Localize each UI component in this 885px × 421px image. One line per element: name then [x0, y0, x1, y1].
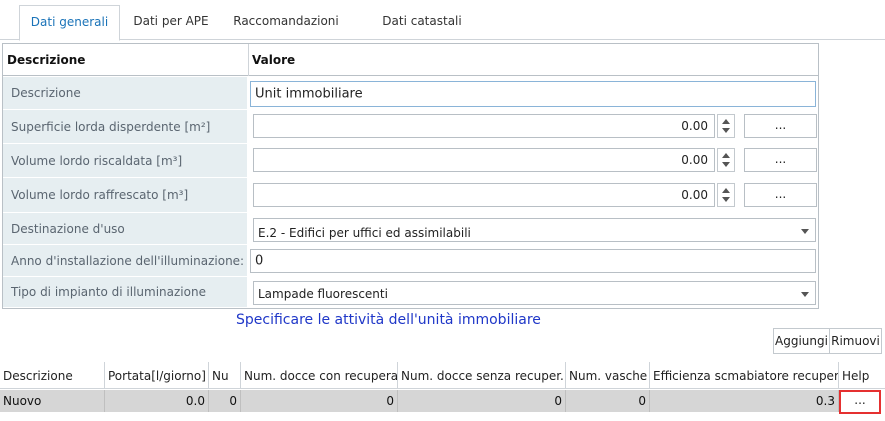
volume-riscaldata-input[interactable]: 0.00 [253, 148, 715, 172]
spin-up-icon[interactable] [722, 153, 730, 158]
volume-raffrescato-more-button[interactable]: ... [744, 183, 817, 207]
col-docce-con: Num. docce con recupera... [244, 369, 398, 383]
col-help: Help [842, 369, 870, 383]
chevron-down-icon[interactable] [801, 229, 809, 234]
row-label: Destinazione d'uso [3, 213, 248, 245]
activities-hint: Specificare le attività dell'unità immob… [236, 312, 541, 328]
column-header[interactable]: Num. vasche [566, 362, 650, 389]
table-cell[interactable]: 0 [398, 390, 566, 412]
column-header[interactable]: Efficienza scmabiatore recuper... [650, 362, 839, 389]
spin-up-icon[interactable] [722, 119, 730, 124]
row-label: Superficie lorda disperdente [m²] [3, 110, 248, 144]
table-cell[interactable]: Nuovo [0, 390, 105, 412]
table-cell[interactable]: 0.0 [105, 390, 209, 412]
col-nu: Nu [212, 369, 229, 383]
cell-vasche: 0 [638, 394, 646, 408]
volume-riscaldata-more-button[interactable]: ... [744, 148, 817, 172]
cell-docce-senza: 0 [554, 394, 562, 408]
tab-dati-per-ape[interactable]: Dati per APE [123, 5, 219, 40]
cell-docce-con: 0 [386, 394, 394, 408]
grid-header: Descrizione Valore [3, 44, 818, 76]
grid-row-volume-riscaldata: Volume lordo riscaldata [m³] 0.00 ... [3, 144, 818, 178]
label-descrizione: Descrizione [11, 86, 81, 100]
add-button[interactable]: Aggiungi [773, 328, 830, 354]
chevron-down-icon[interactable] [801, 292, 809, 297]
spin-down-icon[interactable] [722, 128, 730, 133]
tipo-impianto-select[interactable]: Lampade fluorescenti [253, 281, 816, 305]
row-label: Tipo di impianto di illuminazione [3, 277, 248, 308]
grid-row-anno: Anno d'installazione dell'illuminazione:… [3, 245, 818, 277]
superficie-spinner[interactable] [717, 114, 735, 138]
row-label: Descrizione [3, 77, 248, 110]
spin-down-icon[interactable] [722, 197, 730, 202]
label-volume-raffrescato: Volume lordo raffrescato [m³] [11, 188, 189, 202]
spin-up-icon[interactable] [722, 188, 730, 193]
label-volume-riscaldata: Volume lordo riscaldata [m³] [11, 153, 183, 168]
table-cell[interactable]: 0.3 [650, 390, 839, 412]
column-header[interactable]: Num. docce senza recuper... [398, 362, 566, 389]
grid-row-superficie: Superficie lorda disperdente [m²] 0.00 .… [3, 110, 818, 144]
column-header[interactable]: Help [839, 362, 885, 389]
row-label: Anno d'installazione dell'illuminazione: [3, 245, 248, 277]
descrizione-input[interactable]: Unit immobiliare [250, 81, 816, 107]
superficie-input[interactable]: 0.00 [253, 114, 715, 138]
table-cell[interactable]: 0 [209, 390, 241, 412]
label-anno: Anno d'installazione dell'illuminazione: [11, 253, 245, 268]
volume-raffrescato-input[interactable]: 0.00 [253, 183, 715, 207]
anno-value: 0 [255, 253, 264, 269]
grid-row-destinazione: Destinazione d'uso E.2 - Edifici per uff… [3, 213, 818, 245]
column-header[interactable]: Portata[l/giorno] [105, 362, 209, 389]
tab-dati-catastali[interactable]: Dati catastali [362, 5, 482, 40]
grid-row-descrizione: Descrizione Unit immobiliare [3, 77, 818, 110]
column-header[interactable]: Nu [209, 362, 241, 389]
cell-efficienza: 0.3 [815, 394, 835, 408]
cell-portata: 0.0 [185, 394, 205, 408]
grid-row-tipo-impianto: Tipo di impianto di illuminazione Lampad… [3, 277, 818, 308]
remove-button[interactable]: Rimuovi [829, 328, 882, 354]
row-label: Volume lordo riscaldata [m³] [3, 144, 248, 178]
volume-riscaldata-spinner[interactable] [717, 148, 735, 172]
label-destinazione: Destinazione d'uso [11, 221, 125, 236]
tab-dati-generali[interactable]: Dati generali [19, 5, 120, 41]
destinazione-select[interactable]: E.2 - Edifici per uffici ed assimilabili [253, 218, 816, 242]
help-button[interactable]: ... [839, 390, 881, 414]
col-docce-senza: Num. docce senza recuper... [401, 369, 566, 383]
header-valore: Valore [252, 53, 296, 67]
tipo-impianto-value: Lampade fluorescenti [258, 287, 388, 301]
grid-row-volume-raffrescato: Volume lordo raffrescato [m³] 0.00 ... [3, 178, 818, 213]
col-efficienza: Efficienza scmabiatore recuper... [653, 369, 839, 383]
cell-descrizione: Nuovo [3, 394, 42, 408]
spin-down-icon[interactable] [722, 162, 730, 167]
table-cell[interactable]: 0 [566, 390, 650, 412]
destinazione-value: E.2 - Edifici per uffici ed assimilabili [258, 226, 471, 240]
property-grid: Descrizione Valore Descrizione Unit immo… [2, 43, 819, 309]
tab-bar: Dati generali Dati per APE Raccomandazio… [0, 0, 885, 41]
header-descrizione: Descrizione [7, 53, 86, 67]
column-header[interactable]: Num. docce con recupera... [241, 362, 398, 389]
cell-nu: 0 [229, 394, 237, 408]
column-header[interactable]: Descrizione [0, 362, 105, 389]
label-tipo-impianto: Tipo di impianto di illuminazione [11, 285, 206, 299]
header-divider [248, 44, 249, 76]
volume-raffrescato-value: 0.00 [681, 188, 708, 202]
superficie-value: 0.00 [681, 119, 708, 133]
anno-input[interactable]: 0 [250, 249, 816, 273]
volume-riscaldata-value: 0.00 [681, 153, 708, 167]
col-vasche: Num. vasche [569, 369, 648, 383]
row-label: Volume lordo raffrescato [m³] [3, 178, 248, 213]
tab-raccomandazioni[interactable]: Raccomandazioni [222, 5, 350, 40]
label-superficie: Superficie lorda disperdente [m²] [11, 119, 211, 134]
col-descrizione: Descrizione [3, 369, 73, 383]
table-cell[interactable]: 0 [241, 390, 398, 412]
superficie-more-button[interactable]: ... [744, 114, 817, 138]
descrizione-value: Unit immobiliare [255, 86, 363, 102]
volume-raffrescato-spinner[interactable] [717, 183, 735, 207]
col-portata: Portata[l/giorno] [108, 369, 206, 383]
